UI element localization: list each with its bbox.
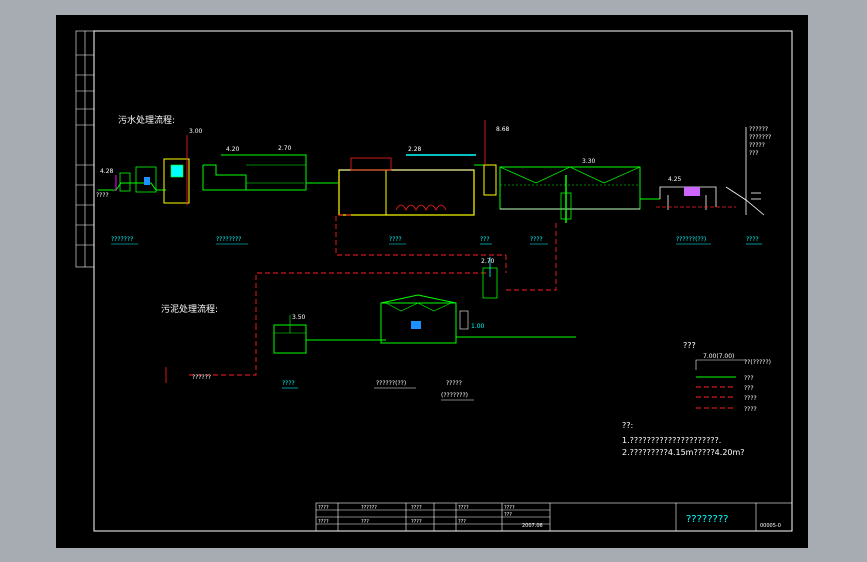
tb-date: 2007.06 [522, 523, 543, 529]
sludge-unit-label-4: (???????) [441, 392, 468, 399]
elevation-e9: 2.70 [481, 258, 495, 265]
elevation-e3: 4.20 [226, 146, 240, 153]
legend-row-2: ??? [744, 385, 754, 392]
sludge-section-title: 污泥处理流程: [161, 303, 218, 315]
notes-line-1: 1.?????????????????????. [622, 436, 721, 445]
cad-drawing: 污水处理流程: 污泥处理流程: ???? 4.28 3.00 4.20 2.70… [75, 30, 793, 532]
water-section-title: 污水处理流程: [118, 114, 175, 126]
elevation-e7: 3.30 [582, 158, 596, 165]
elevation-e11: 1.00 [471, 323, 485, 330]
grit-chamber: 4.20 2.70 [202, 145, 338, 191]
elevation-e6: 8.68 [496, 126, 510, 133]
sludge-unit-labels: ???? ??????(??) ????? (???????) [282, 380, 474, 401]
elevation-e1: 4.28 [100, 168, 114, 175]
sludge-pump-well: 2.70 [481, 257, 498, 299]
secondary-clarifier: 4.25 [656, 176, 736, 210]
right-elevation-2: ??????? [749, 134, 771, 141]
tb-cell-2: ?????? [361, 505, 377, 511]
tb-cell-5: ???? [504, 505, 515, 511]
legend-row-1: ??? [744, 375, 754, 382]
unit-label-1: ??????? [111, 236, 133, 243]
sludge-thickener: 3.50 [273, 314, 307, 354]
elevation-e10: 3.50 [292, 314, 306, 321]
tb-scale-label: ??? [504, 512, 512, 518]
revision-strip [75, 30, 95, 268]
unit-label-2: ???????? [216, 236, 241, 243]
legend-level-mark: 7.00(7.00) [703, 353, 734, 360]
unit-label-5: ???? [530, 236, 543, 243]
notes-heading: ??: [622, 421, 633, 430]
notes-line-2: 2.?????????4.15m?????4.20m? [622, 448, 745, 457]
notes: ??: 1.?????????????????????. 2.?????????… [622, 421, 745, 457]
dewatering-house: 1.00 [306, 294, 576, 344]
primary-tank: 2.28 [338, 146, 486, 216]
tb-cell-8: ???? [411, 519, 422, 525]
unit-label-6: ??????(??) [676, 236, 706, 243]
cad-viewport[interactable]: 污水处理流程: 污泥处理流程: ???? 4.28 3.00 4.20 2.70… [56, 15, 808, 548]
unit-label-4: ??? [480, 236, 490, 243]
inlet-works: ???? 4.28 3.00 [96, 128, 203, 205]
legend-title: ??? [683, 341, 696, 350]
sludge-pipes [186, 214, 557, 376]
tb-drawing-title: ???????? [686, 514, 728, 525]
outfall: ?????? ??????? ????? ??? [725, 126, 771, 216]
unit-label-7: ???? [746, 236, 759, 243]
elevation-e2: 3.00 [189, 128, 203, 135]
unit-label-3: ???? [389, 236, 402, 243]
legend-row-4: ???? [744, 406, 757, 413]
elevation-e4: 2.70 [278, 145, 292, 152]
sludge-unit-label-3: ????? [446, 380, 462, 387]
sludge-unit-label-1: ???? [282, 380, 295, 387]
tb-cell-4: ???? [458, 505, 469, 511]
sludge-out-label: ?????? [192, 374, 211, 381]
sludge-unit-label-2: ??????(??) [376, 380, 406, 387]
tb-drawing-no: 00005-0 [760, 523, 781, 529]
legend: ??? 7.00(7.00) ??(?????) ??? ??? ???? ??… [683, 341, 771, 413]
tb-cell-6: ???? [318, 519, 329, 525]
right-elevation-4: ??? [749, 150, 759, 157]
legend-row-3: ???? [744, 395, 757, 402]
tb-cell-3: ???? [411, 505, 422, 511]
right-elevation-3: ????? [749, 142, 765, 149]
process-unit-labels: ??????? ???????? ???? ??? ???? ??????(??… [111, 236, 762, 245]
inflow-label: ???? [96, 192, 109, 199]
elevation-e5: 2.28 [408, 146, 422, 153]
tb-cell-1: ???? [318, 505, 329, 511]
tb-cell-9: ??? [458, 519, 466, 525]
legend-level-desc: ??(?????) [744, 359, 771, 366]
aeration-tank: 8.68 3.30 [483, 120, 660, 223]
right-elevation-1: ?????? [749, 126, 768, 133]
tb-cell-7: ??? [361, 519, 369, 525]
elevation-e8: 4.25 [668, 176, 682, 183]
